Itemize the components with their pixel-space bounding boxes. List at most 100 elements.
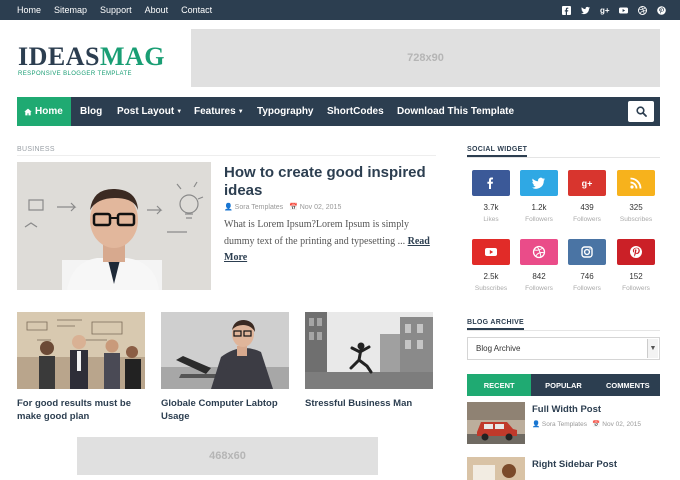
chevron-down-icon: ▼	[237, 108, 244, 115]
social-label: Followers	[622, 285, 650, 292]
social-count: 439	[580, 203, 594, 212]
tab-popular[interactable]: POPULAR	[531, 374, 595, 396]
top-link-home[interactable]: Home	[17, 5, 41, 15]
logo-text-mag: MAG	[99, 42, 166, 71]
google-plus-icon: g+	[582, 179, 593, 189]
recent-post-meta: 👤 Sora Templates 📅 Nov 02, 2015	[532, 420, 641, 428]
social-count: 2.5k	[483, 272, 499, 281]
nav-shortcodes[interactable]: ShortCodes	[327, 97, 384, 126]
nav-home-label: Home	[35, 106, 63, 117]
top-links: Home Sitemap Support About Contact	[17, 0, 225, 20]
site-logo[interactable]: IDEASMAG RESPONSIVE BLOGGER TEMPLATE	[18, 44, 168, 78]
logo-text-ideas: IDEAS	[18, 42, 100, 71]
instagram-icon	[581, 246, 593, 258]
recent-post-title[interactable]: Full Width Post	[532, 404, 601, 415]
section-divider	[17, 155, 436, 156]
facebook-icon[interactable]	[562, 5, 571, 15]
google-plus-icon[interactable]: g+	[600, 6, 610, 15]
social-button[interactable]	[520, 170, 558, 196]
dribbble-icon[interactable]	[638, 5, 647, 15]
blog-archive-title: BLOG ARCHIVE	[467, 319, 525, 330]
social-button[interactable]	[568, 239, 606, 265]
featured-post-image[interactable]	[17, 162, 211, 290]
pinterest-icon[interactable]	[657, 5, 666, 15]
post-thumbnail[interactable]	[305, 312, 433, 389]
social-count: 325	[629, 203, 643, 212]
social-button[interactable]	[617, 239, 655, 265]
social-label: Followers	[525, 285, 553, 292]
nav-post-layout-label: Post Layout	[117, 106, 175, 117]
blog-archive-selected: Blog Archive	[476, 344, 521, 353]
facebook-icon	[487, 177, 493, 189]
featured-post-excerpt: What is Lorem Ipsum?Lorem Ipsum is simpl…	[224, 217, 438, 267]
nav-features-label: Features	[194, 106, 236, 117]
social-button[interactable]	[472, 239, 510, 265]
svg-text:g+: g+	[582, 179, 593, 189]
social-label: Followers	[573, 285, 601, 292]
nav-home[interactable]: Home	[17, 97, 71, 126]
post-title[interactable]: Stressful Business Man	[305, 397, 437, 410]
jumping-businessman-image	[305, 312, 433, 389]
nav-features[interactable]: Features ▼	[194, 97, 244, 126]
social-count: 746	[580, 272, 594, 281]
youtube-icon[interactable]	[619, 6, 628, 15]
social-button[interactable]	[472, 170, 510, 196]
logo-text: IDEASMAG	[18, 44, 168, 70]
top-link-about[interactable]: About	[145, 5, 169, 15]
featured-post-author[interactable]: Sora Templates	[235, 204, 284, 211]
social-widget-title: SOCIAL WIDGET	[467, 146, 528, 157]
sidebar-tabs: RECENT POPULAR COMMENTS	[467, 374, 660, 396]
home-icon	[24, 108, 32, 115]
featured-post-title[interactable]: How to create good inspired ideas	[224, 164, 438, 200]
recent-post-author[interactable]: Sora Templates	[542, 421, 587, 428]
nav-typography[interactable]: Typography	[257, 97, 313, 126]
calendar-icon: 📅	[592, 421, 601, 428]
user-icon: 👤	[224, 204, 233, 211]
youtube-icon	[485, 248, 497, 256]
widget-divider	[467, 157, 660, 158]
calendar-icon: 📅	[289, 204, 298, 211]
rss-icon	[630, 177, 642, 189]
team-planning-image	[17, 312, 145, 389]
social-count: 1.2k	[531, 203, 547, 212]
featured-post-excerpt-text: What is Lorem Ipsum?Lorem Ipsum is simpl…	[224, 219, 409, 247]
social-label: Likes	[483, 216, 499, 223]
dribbble-icon	[532, 245, 546, 259]
post-thumbnail[interactable]	[161, 312, 289, 389]
recent-post-thumbnail[interactable]	[467, 402, 525, 444]
social-label: Followers	[525, 216, 553, 223]
post-thumbnail[interactable]	[17, 312, 145, 389]
social-button[interactable]: g+	[568, 170, 606, 196]
businessman-glasses-image	[17, 162, 211, 290]
social-label: Followers	[573, 216, 601, 223]
twitter-icon	[532, 177, 545, 189]
social-label: Subscribes	[474, 285, 508, 292]
social-count: 3.7k	[483, 203, 499, 212]
top-link-sitemap[interactable]: Sitemap	[54, 5, 87, 15]
recent-post-thumbnail[interactable]	[467, 457, 525, 480]
content-ad-banner[interactable]: 468x60	[77, 437, 378, 475]
recent-post-date: Nov 02, 2015	[602, 421, 641, 428]
social-button[interactable]	[520, 239, 558, 265]
nav-blog[interactable]: Blog	[80, 97, 102, 126]
tab-comments[interactable]: COMMENTS	[596, 374, 660, 396]
top-link-contact[interactable]: Contact	[181, 5, 212, 15]
nav-download-template[interactable]: Download This Template	[397, 97, 514, 126]
top-link-support[interactable]: Support	[100, 5, 132, 15]
nav-post-layout[interactable]: Post Layout ▼	[117, 97, 182, 126]
twitter-icon[interactable]	[581, 6, 590, 15]
social-button[interactable]	[617, 170, 655, 196]
blog-archive-select[interactable]: Blog Archive ▼	[467, 337, 660, 360]
tab-recent[interactable]: RECENT	[467, 374, 532, 396]
search-button[interactable]	[628, 101, 654, 122]
featured-post-meta: 👤 Sora Templates 📅 Nov 02, 2015	[224, 203, 341, 211]
red-car-image	[467, 402, 525, 444]
post-title[interactable]: Globale Computer Labtop Usage	[161, 397, 293, 423]
recent-post-title[interactable]: Right Sidebar Post	[532, 459, 617, 470]
widget-divider	[467, 330, 660, 331]
search-icon	[635, 106, 647, 117]
post-title[interactable]: For good results must be make good plan	[17, 397, 149, 423]
chevron-down-icon: ▼	[647, 339, 658, 358]
header-ad-banner[interactable]: 728x90	[191, 29, 660, 87]
chevron-down-icon: ▼	[176, 108, 183, 115]
